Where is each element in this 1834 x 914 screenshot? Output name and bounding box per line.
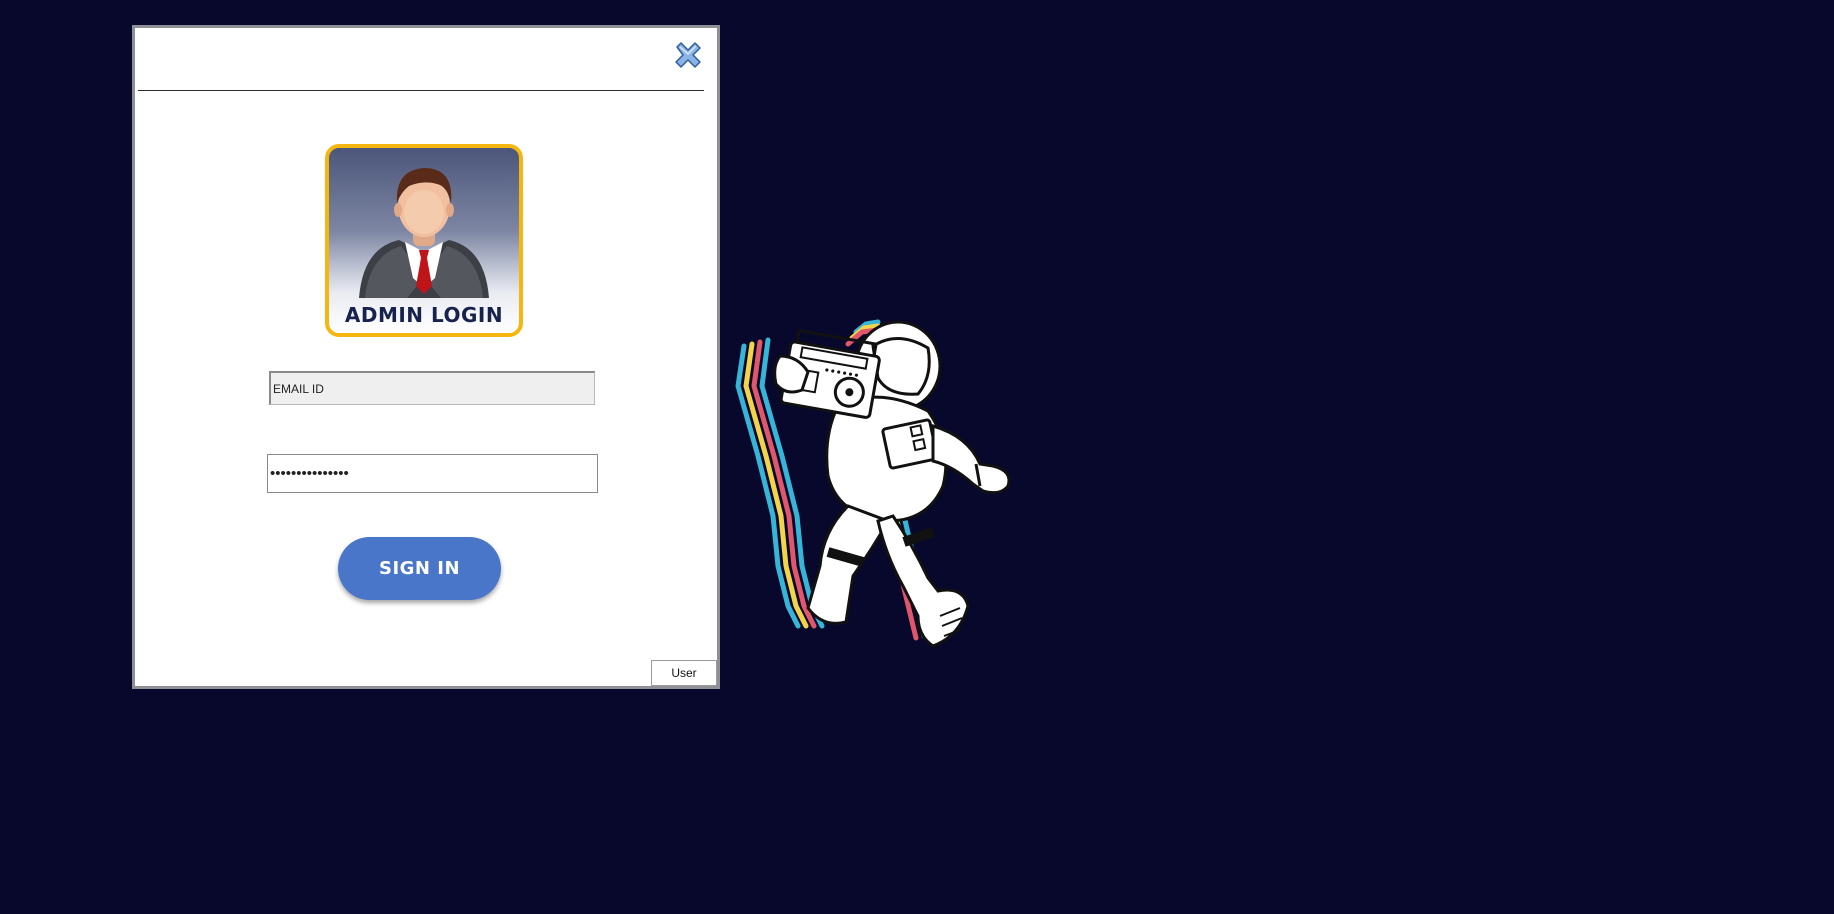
admin-login-badge: ADMIN LOGIN bbox=[325, 144, 523, 337]
email-field[interactable] bbox=[269, 371, 595, 405]
desktop-background: ADMIN LOGIN SIGN IN User bbox=[0, 0, 1834, 914]
user-button[interactable]: User bbox=[651, 660, 717, 686]
header-divider bbox=[138, 90, 704, 91]
sign-in-button[interactable]: SIGN IN bbox=[338, 537, 501, 600]
password-field[interactable] bbox=[267, 454, 598, 493]
close-icon[interactable] bbox=[673, 41, 703, 71]
badge-title: ADMIN LOGIN bbox=[344, 303, 504, 327]
admin-login-window: ADMIN LOGIN SIGN IN User bbox=[132, 25, 720, 689]
astronaut-illustration bbox=[728, 316, 1038, 656]
astronaut-icon bbox=[735, 319, 1011, 648]
